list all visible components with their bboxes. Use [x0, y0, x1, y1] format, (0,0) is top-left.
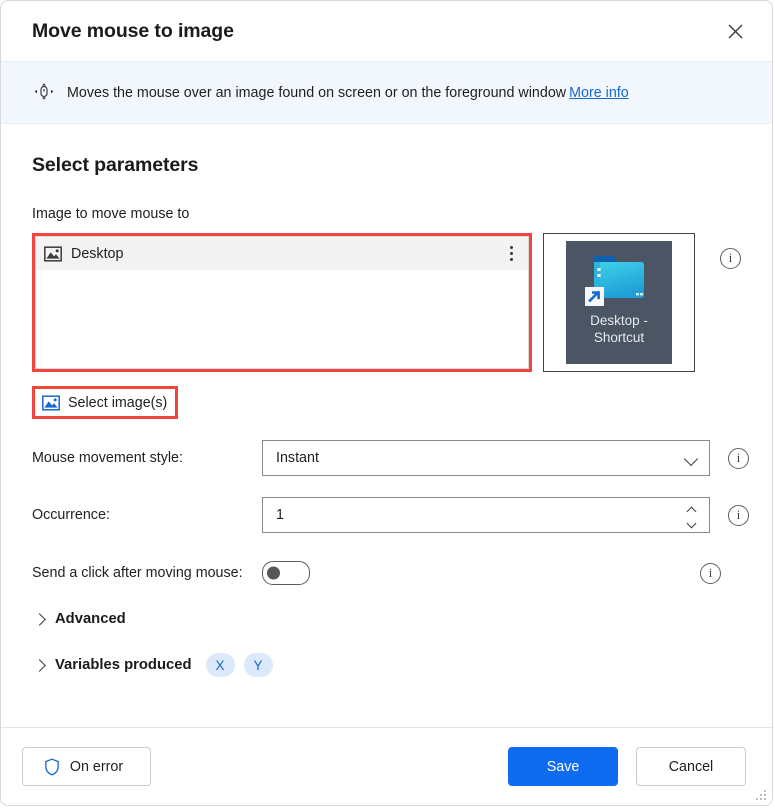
- dialog-footer: On error Save Cancel: [1, 727, 772, 805]
- chevron-right-icon: [32, 658, 48, 672]
- list-item[interactable]: Desktop: [36, 237, 528, 270]
- preview-thumbnail: Desktop - Shortcut: [566, 241, 672, 364]
- mouse-movement-style-value: Instant: [276, 450, 319, 466]
- parameters-panel: Select parameters Image to move mouse to: [1, 124, 772, 727]
- advanced-expander[interactable]: Advanced: [32, 611, 741, 627]
- image-list-highlight: Desktop: [32, 233, 532, 372]
- image-list[interactable]: Desktop: [35, 236, 529, 369]
- occurrence-label: Occurrence:: [32, 507, 110, 523]
- chevron-up-icon[interactable]: [688, 507, 696, 512]
- description-banner: Moves the mouse over an image found on s…: [1, 61, 772, 124]
- mouse-movement-style-label: Mouse movement style:: [32, 450, 183, 466]
- banner-description: Moves the mouse over an image found on s…: [67, 84, 567, 101]
- thumbnail-caption-line2: Shortcut: [593, 330, 645, 345]
- send-click-row: Send a click after moving mouse: i: [32, 561, 741, 585]
- image-preview: Desktop - Shortcut: [543, 233, 695, 372]
- select-images-label: Select image(s): [68, 394, 168, 411]
- image-icon: [43, 244, 62, 263]
- page-title: Move mouse to image: [32, 19, 234, 42]
- mouse-movement-style-dropdown[interactable]: Instant: [262, 440, 710, 476]
- variable-pill-x[interactable]: X: [205, 653, 235, 677]
- resize-grip[interactable]: [755, 789, 768, 802]
- occurrence-value: 1: [276, 507, 284, 523]
- send-click-label: Send a click after moving mouse:: [32, 565, 243, 581]
- toggle-knob: [267, 566, 280, 580]
- shield-icon: [44, 758, 61, 776]
- info-icon[interactable]: i: [720, 248, 741, 269]
- cancel-button[interactable]: Cancel: [636, 747, 746, 786]
- send-click-toggle[interactable]: [262, 561, 310, 585]
- occurrence-row: Occurrence: 1 i: [32, 497, 749, 533]
- save-button[interactable]: Save: [508, 747, 618, 786]
- close-button[interactable]: [716, 14, 754, 48]
- select-images-highlight: Select image(s): [32, 386, 179, 419]
- on-error-button[interactable]: On error: [22, 747, 151, 786]
- on-error-label: On error: [69, 758, 124, 775]
- variable-pill-y[interactable]: Y: [243, 653, 273, 677]
- kebab-menu-icon[interactable]: [500, 242, 522, 266]
- title-bar: Move mouse to image: [1, 1, 772, 61]
- dialog-window: Move mouse to image Moves the mouse over…: [0, 0, 773, 806]
- advanced-label: Advanced: [55, 611, 126, 627]
- variable-pills: X Y: [205, 653, 273, 677]
- info-icon[interactable]: i: [700, 562, 721, 584]
- folder-shortcut-icon: [583, 250, 655, 308]
- image-field-label: Image to move mouse to: [32, 206, 190, 222]
- chevron-down-icon[interactable]: [688, 519, 696, 524]
- variables-produced-expander[interactable]: Variables produced X Y: [32, 653, 741, 677]
- variables-produced-label: Variables produced: [55, 657, 192, 673]
- image-picker-row: Desktop Desktop - Shortcut i: [32, 233, 741, 372]
- more-info-link[interactable]: More info: [569, 85, 629, 101]
- mouse-move-icon: [31, 80, 57, 106]
- info-icon[interactable]: i: [728, 447, 749, 469]
- chevron-down-icon: [685, 454, 699, 463]
- occurrence-input[interactable]: 1: [262, 497, 710, 533]
- list-item-label: Desktop: [71, 245, 124, 262]
- close-icon: [728, 24, 742, 38]
- info-icon[interactable]: i: [728, 504, 749, 526]
- thumbnail-caption: Desktop - Shortcut: [590, 312, 648, 346]
- select-images-button[interactable]: Select image(s): [35, 389, 176, 416]
- mouse-movement-style-row: Mouse movement style: Instant i: [32, 440, 749, 476]
- image-icon: [41, 393, 60, 412]
- thumbnail-caption-line1: Desktop -: [590, 313, 648, 328]
- section-title: Select parameters: [32, 154, 199, 176]
- quantity-stepper[interactable]: [684, 507, 699, 524]
- chevron-right-icon: [32, 612, 48, 626]
